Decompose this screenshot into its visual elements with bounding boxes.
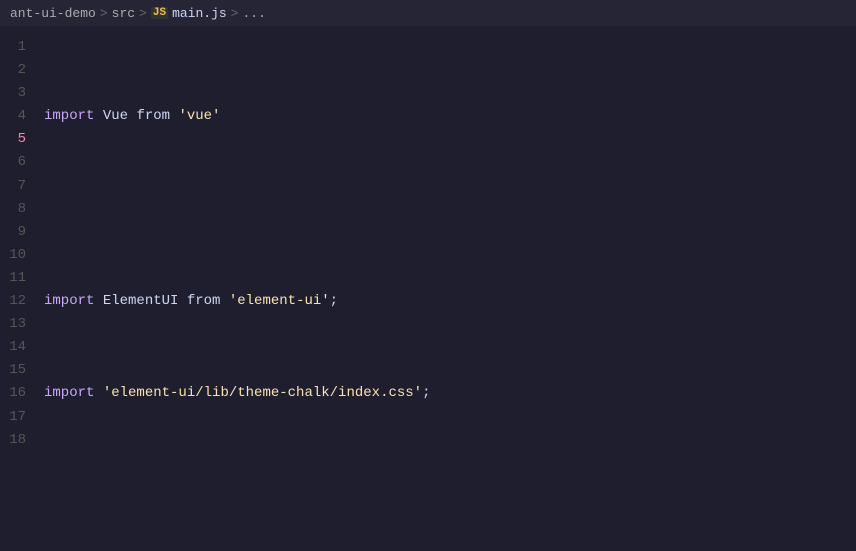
ln-18: 18 — [6, 429, 26, 452]
code-editor: 1 2 3 4 5 6 7 8 9 10 11 12 13 14 15 16 1… — [0, 26, 856, 551]
ln-4: 4 — [6, 105, 26, 128]
ln-10: 10 — [6, 244, 26, 267]
breadcrumb-sep1: > — [100, 6, 108, 21]
ln-12: 12 — [6, 290, 26, 313]
breadcrumb: ant-ui-demo > src > JS main.js > ... — [0, 0, 856, 26]
breadcrumb-project[interactable]: ant-ui-demo — [10, 6, 96, 21]
ln-5: 5 — [6, 128, 26, 151]
breadcrumb-sep2: > — [139, 6, 147, 21]
ln-17: 17 — [6, 406, 26, 429]
code-content[interactable]: import Vue from 'vue' import ElementUI f… — [36, 26, 856, 551]
breadcrumb-file[interactable]: main.js — [172, 6, 227, 21]
ln-3: 3 — [6, 82, 26, 105]
code-line-4: import 'element-ui/lib/theme-chalk/index… — [44, 382, 856, 405]
ln-14: 14 — [6, 336, 26, 359]
breadcrumb-folder[interactable]: src — [112, 6, 135, 21]
code-area: 1 2 3 4 5 6 7 8 9 10 11 12 13 14 15 16 1… — [0, 26, 856, 551]
ln-9: 9 — [6, 221, 26, 244]
ln-7: 7 — [6, 175, 26, 198]
code-line-5 — [44, 475, 856, 498]
line-numbers: 1 2 3 4 5 6 7 8 9 10 11 12 13 14 15 16 1… — [0, 26, 36, 551]
ln-15: 15 — [6, 359, 26, 382]
code-line-1: import Vue from 'vue' — [44, 105, 856, 128]
ln-1: 1 — [6, 36, 26, 59]
breadcrumb-sep3: > — [231, 6, 239, 21]
js-file-icon: JS — [151, 7, 168, 19]
ln-2: 2 — [6, 59, 26, 82]
ln-8: 8 — [6, 198, 26, 221]
breadcrumb-ellipsis: ... — [242, 6, 265, 21]
ln-6: 6 — [6, 151, 26, 174]
code-line-2 — [44, 198, 856, 221]
ln-11: 11 — [6, 267, 26, 290]
ln-16: 16 — [6, 382, 26, 405]
code-line-3: import ElementUI from 'element-ui'; — [44, 290, 856, 313]
ln-13: 13 — [6, 313, 26, 336]
